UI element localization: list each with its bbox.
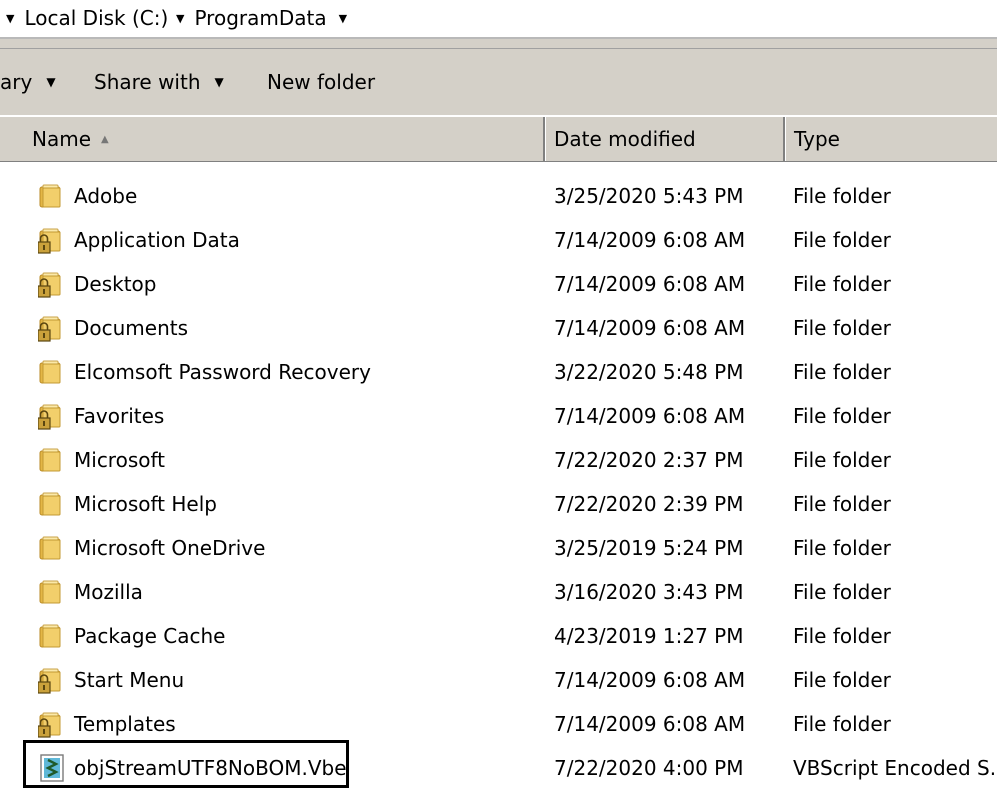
highlight-box <box>23 740 349 788</box>
file-name: Mozilla <box>74 580 143 604</box>
file-name: Microsoft Help <box>74 492 217 516</box>
file-type: File folder <box>793 228 891 252</box>
file-type: File folder <box>793 316 891 340</box>
chevron-down-icon[interactable]: ▼ <box>339 12 347 25</box>
share-with-label: Share with <box>94 70 201 94</box>
file-row[interactable]: Documents 7/14/2009 6:08 AM File folder <box>0 306 997 350</box>
column-header-date-label: Date modified <box>554 127 696 151</box>
chevron-down-icon[interactable]: ▼ <box>176 12 184 25</box>
file-type: File folder <box>793 272 891 296</box>
file-type: File folder <box>793 184 891 208</box>
chevron-down-icon[interactable]: ▼ <box>6 12 14 25</box>
folder-icon <box>38 622 66 650</box>
folder-icon <box>38 446 66 474</box>
folder-icon <box>38 358 66 386</box>
file-date-modified: 7/22/2020 2:39 PM <box>554 492 744 516</box>
share-with-button[interactable]: Share with ▼ <box>94 68 224 96</box>
file-type: File folder <box>793 712 891 736</box>
toolbar-divider <box>0 39 997 49</box>
file-name: Microsoft <box>74 448 166 472</box>
file-name: Adobe <box>74 184 138 208</box>
column-resize-handle[interactable] <box>543 117 546 161</box>
file-type: File folder <box>793 360 891 384</box>
breadcrumb-label: ProgramData <box>194 6 327 30</box>
file-row[interactable]: Adobe 3/25/2020 5:43 PM File folder <box>0 174 997 218</box>
column-header-type-label: Type <box>794 127 840 151</box>
file-date-modified: 7/22/2020 2:37 PM <box>554 448 744 472</box>
address-bar[interactable]: ▼ Local Disk (C:) ▼ ProgramData ▼ <box>0 0 997 39</box>
column-header-date-modified[interactable]: Date modified <box>554 117 779 161</box>
new-folder-button[interactable]: New folder <box>267 68 375 96</box>
command-bar: ary ▼ Share with ▼ New folder <box>0 49 997 115</box>
file-type: File folder <box>793 668 891 692</box>
column-header-name[interactable]: Name ▲ <box>32 117 540 161</box>
file-type: File folder <box>793 624 891 648</box>
file-date-modified: 7/14/2009 6:08 AM <box>554 316 746 340</box>
file-name: Package Cache <box>74 624 226 648</box>
file-date-modified: 7/14/2009 6:08 AM <box>554 228 746 252</box>
locked-folder-icon <box>37 710 66 738</box>
file-date-modified: 7/14/2009 6:08 AM <box>554 404 746 428</box>
file-date-modified: 7/14/2009 6:08 AM <box>554 668 746 692</box>
file-row[interactable]: Application Data 7/14/2009 6:08 AM File fo… <box>0 218 997 262</box>
file-row[interactable]: Package Cache 4/23/2019 1:27 PM File folde… <box>0 614 997 658</box>
locked-folder-icon <box>37 666 66 694</box>
file-date-modified: 3/25/2019 5:24 PM <box>554 536 744 560</box>
file-row[interactable]: Microsoft OneDrive 3/25/2019 5:24 PM File … <box>0 526 997 570</box>
file-date-modified: 7/22/2020 4:00 PM <box>554 756 744 780</box>
folder-icon <box>38 490 66 518</box>
file-name: Elcomsoft Password Recovery <box>74 360 371 384</box>
file-name: Favorites <box>74 404 165 428</box>
file-row[interactable]: Start Menu 7/14/2009 6:08 AM File folder <box>0 658 997 702</box>
file-row[interactable]: Elcomsoft Password Recovery 3/22/2020 5:4… <box>0 350 997 394</box>
file-name: Microsoft OneDrive <box>74 536 266 560</box>
folder-icon <box>38 578 66 606</box>
file-type: File folder <box>793 492 891 516</box>
column-header-name-label: Name <box>32 127 92 151</box>
file-name: Desktop <box>74 272 157 296</box>
locked-folder-icon <box>37 402 66 430</box>
file-name: Documents <box>74 316 189 340</box>
file-type: File folder <box>793 580 891 604</box>
file-type: File folder <box>793 404 891 428</box>
file-row[interactable]: Favorites 7/14/2009 6:08 AM File folder <box>0 394 997 438</box>
breadcrumb-label: Local Disk (C:) <box>24 6 169 30</box>
file-date-modified: 3/16/2020 3:43 PM <box>554 580 744 604</box>
chevron-down-icon: ▼ <box>214 75 224 89</box>
file-type: File folder <box>793 536 891 560</box>
new-folder-label: New folder <box>267 70 376 94</box>
column-header-type[interactable]: Type <box>794 117 994 161</box>
file-date-modified: 3/25/2020 5:43 PM <box>554 184 744 208</box>
file-row[interactable]: Microsoft 7/22/2020 2:37 PM File folder <box>0 438 997 482</box>
include-in-library-button[interactable]: ary ▼ <box>0 68 56 96</box>
file-row[interactable]: Microsoft Help 7/22/2020 2:39 PM File fold… <box>0 482 997 526</box>
file-type: VBScript Encoded S... <box>793 756 997 780</box>
file-row[interactable]: Desktop 7/14/2009 6:08 AM File folder <box>0 262 997 306</box>
locked-folder-icon <box>37 270 66 298</box>
breadcrumb-programdata[interactable]: ▼ ProgramData ▼ <box>176 4 347 32</box>
folder-icon <box>38 534 66 562</box>
chevron-down-icon: ▼ <box>46 75 56 89</box>
file-date-modified: 7/14/2009 6:08 AM <box>554 712 746 736</box>
sort-ascending-icon: ▲ <box>101 133 109 145</box>
file-name: Application Data <box>74 228 240 252</box>
column-header-bar: Name ▲ Date modified Type <box>0 116 997 162</box>
file-type: File folder <box>793 448 891 472</box>
column-resize-handle[interactable] <box>783 117 786 161</box>
file-date-modified: 7/14/2009 6:08 AM <box>554 272 746 296</box>
library-label: ary <box>0 70 33 94</box>
file-row[interactable]: Mozilla 3/16/2020 3:43 PM File folder <box>0 570 997 614</box>
locked-folder-icon <box>37 226 66 254</box>
file-date-modified: 4/23/2019 1:27 PM <box>554 624 744 648</box>
breadcrumb-local-disk[interactable]: ▼ Local Disk (C:) <box>6 4 168 32</box>
folder-icon <box>38 182 66 210</box>
file-name: Start Menu <box>74 668 185 692</box>
locked-folder-icon <box>37 314 66 342</box>
file-date-modified: 3/22/2020 5:48 PM <box>554 360 744 384</box>
